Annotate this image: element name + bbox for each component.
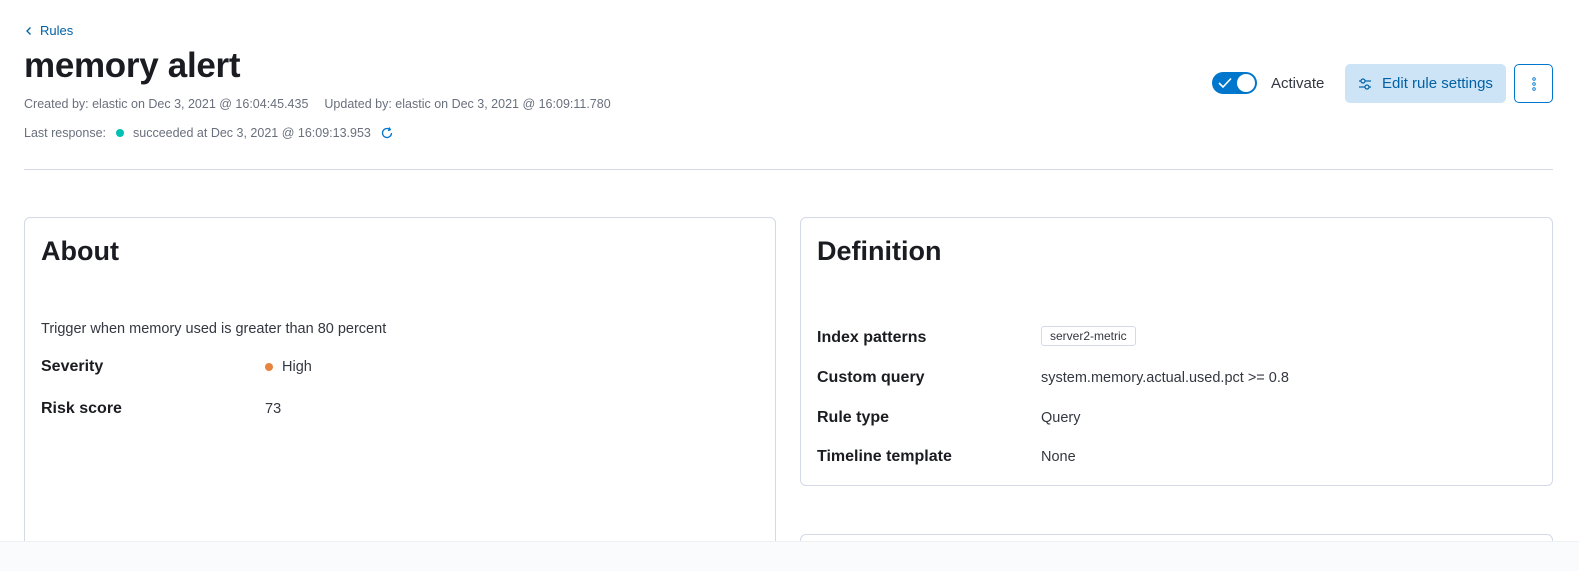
about-panel: About Trigger when memory used is greate… bbox=[24, 217, 776, 557]
severity-value: High bbox=[265, 359, 312, 375]
timeline-template-label: Timeline template bbox=[817, 448, 952, 465]
definition-panel: Definition Index patterns server2-metric… bbox=[800, 217, 1553, 486]
updated-by-text: Updated by: elastic on Dec 3, 2021 @ 16:… bbox=[324, 97, 611, 111]
check-icon bbox=[1218, 77, 1232, 89]
bottom-bar bbox=[0, 541, 1579, 571]
vertical-ellipsis-icon bbox=[1531, 76, 1536, 91]
edit-rule-settings-label: Edit rule settings bbox=[1382, 75, 1493, 92]
last-response-status: succeeded at Dec 3, 2021 @ 16:09:13.953 bbox=[133, 126, 371, 140]
index-pattern-badge[interactable]: server2-metric bbox=[1041, 326, 1136, 346]
switch-knob bbox=[1237, 74, 1255, 92]
activate-control: Activate bbox=[1212, 72, 1324, 94]
rule-meta: Created by: elastic on Dec 3, 2021 @ 16:… bbox=[24, 97, 611, 111]
status-dot bbox=[116, 129, 124, 137]
refresh-icon[interactable] bbox=[380, 126, 394, 140]
timeline-template-value: None bbox=[1041, 449, 1076, 465]
rule-type-label: Rule type bbox=[817, 409, 890, 426]
severity-text: High bbox=[282, 359, 312, 375]
page-title: memory alert bbox=[24, 46, 241, 85]
last-response: Last response: succeeded at Dec 3, 2021 … bbox=[24, 126, 394, 140]
risk-score-value: 73 bbox=[265, 401, 282, 417]
definition-title: Definition bbox=[817, 236, 942, 266]
chevron-left-icon bbox=[26, 26, 31, 35]
last-response-label: Last response: bbox=[24, 126, 106, 140]
about-title: About bbox=[41, 236, 119, 266]
edit-rule-settings-button[interactable]: Edit rule settings bbox=[1345, 64, 1506, 103]
custom-query-label: Custom query bbox=[817, 369, 925, 386]
activate-label: Activate bbox=[1271, 74, 1325, 92]
rule-description: Trigger when memory used is greater than… bbox=[41, 321, 387, 337]
index-patterns-value: server2-metric bbox=[1041, 326, 1136, 346]
breadcrumb-rules-link[interactable]: Rules bbox=[24, 23, 73, 38]
custom-query-value: system.memory.actual.used.pct >= 0.8 bbox=[1041, 370, 1289, 386]
severity-dot bbox=[265, 363, 273, 371]
risk-score-label: Risk score bbox=[41, 400, 122, 417]
rule-type-value: Query bbox=[1041, 410, 1081, 426]
severity-label: Severity bbox=[41, 358, 104, 375]
index-patterns-label: Index patterns bbox=[817, 329, 927, 346]
controls-icon bbox=[1359, 77, 1372, 90]
header-divider bbox=[24, 169, 1553, 170]
created-by-text: Created by: elastic on Dec 3, 2021 @ 16:… bbox=[24, 97, 309, 111]
more-actions-button[interactable] bbox=[1514, 64, 1553, 103]
activate-switch[interactable] bbox=[1212, 72, 1257, 94]
breadcrumb-label: Rules bbox=[40, 23, 74, 38]
